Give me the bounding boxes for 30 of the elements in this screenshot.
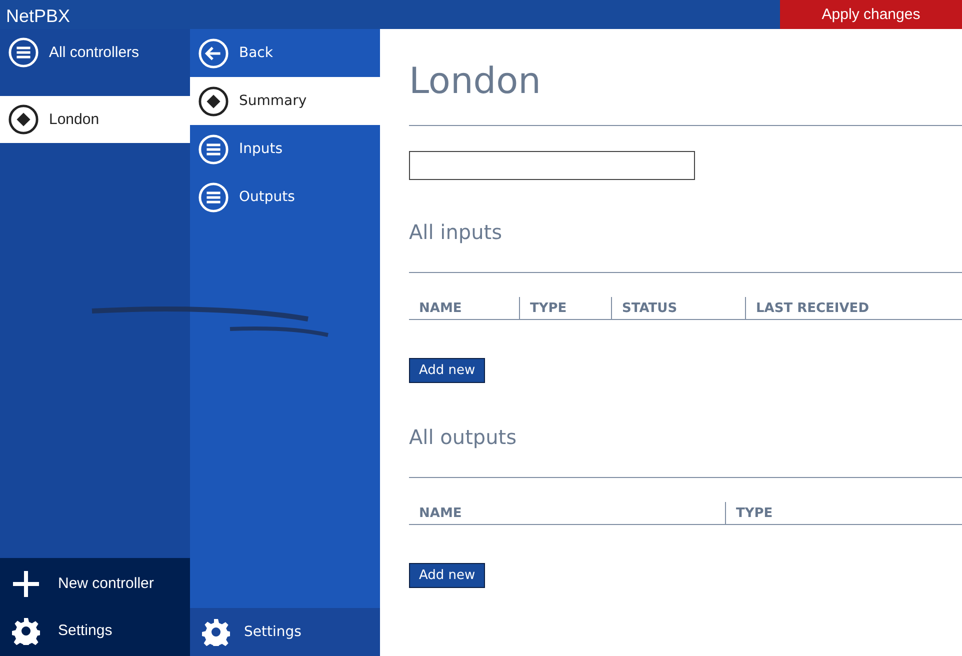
page-title: London <box>409 61 541 102</box>
section-item[interactable]: Summary <box>190 77 380 125</box>
add-new-button[interactable]: Add new <box>409 563 486 588</box>
add-new-button[interactable]: Add new <box>409 358 486 383</box>
input-field[interactable] <box>409 151 695 180</box>
app-title: NetPBX <box>5 5 70 28</box>
column-header: LAST RECEIVED <box>745 297 962 319</box>
settings-icon <box>12 616 40 644</box>
section-item[interactable]: Outputs <box>190 173 380 221</box>
column-header: TYPE <box>725 502 962 524</box>
controller-item[interactable]: London <box>0 96 190 143</box>
nav-item[interactable]: New controller <box>0 560 190 607</box>
section-heading: All inputs <box>409 220 502 244</box>
settings-icon <box>202 618 230 646</box>
list-icon <box>198 134 229 164</box>
section-item[interactable]: Inputs <box>190 125 380 173</box>
nav-item[interactable]: Settings <box>0 607 190 654</box>
column-header: TYPE <box>519 297 611 319</box>
list-icon <box>198 182 229 212</box>
column-header: NAME <box>418 300 463 318</box>
column-header: STATUS <box>611 297 745 319</box>
column-header: NAME <box>418 505 463 523</box>
back-icon <box>198 38 229 68</box>
section-item[interactable]: Back <box>190 29 380 77</box>
plus-icon <box>12 570 40 598</box>
nav-item[interactable]: Settings <box>190 608 380 656</box>
nav-item[interactable]: All controllers <box>0 29 190 75</box>
apply-changes-button[interactable]: Apply changes <box>780 0 962 29</box>
section-heading: All outputs <box>409 425 517 449</box>
list-icon <box>8 36 39 68</box>
